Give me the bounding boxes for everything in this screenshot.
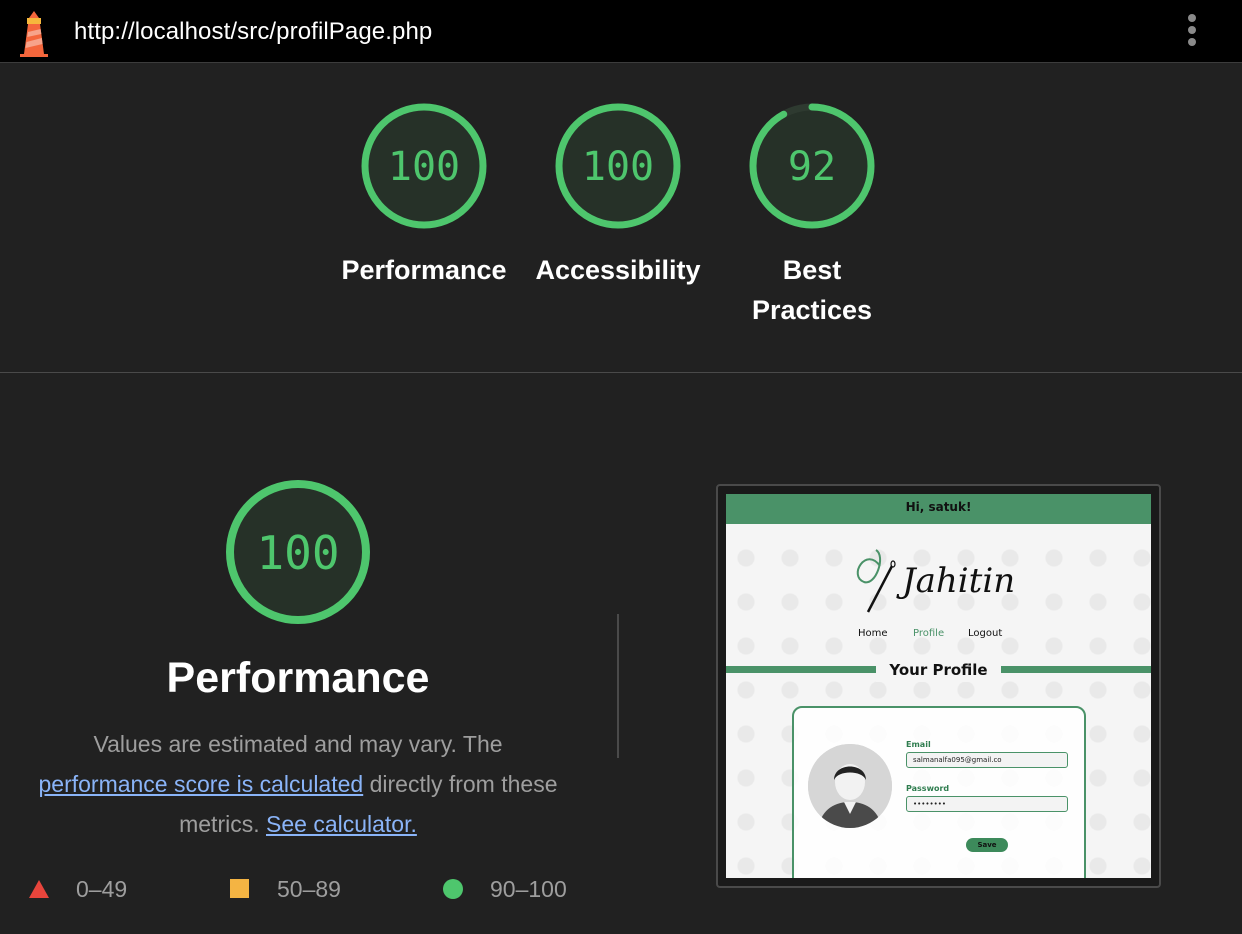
- thumb-password-label: Password: [906, 784, 950, 793]
- performance-section: 100 Performance Values are estimated and…: [0, 374, 1242, 934]
- gauge-label: Performance: [341, 255, 507, 285]
- scores-summary: 100 Performance 100 Accessibility 92 Bes…: [0, 64, 1242, 373]
- desc-text: Values are estimated and may vary. The: [93, 731, 503, 757]
- score-calculated-link[interactable]: performance score is calculated: [38, 771, 363, 797]
- fail-triangle-icon: [29, 880, 49, 898]
- pass-circle-icon: [443, 879, 463, 899]
- performance-gauge: 100: [226, 480, 370, 624]
- gauge-ring-icon: 92: [749, 103, 875, 229]
- see-calculator-link[interactable]: See calculator.: [266, 811, 417, 837]
- thumb-nav-home: Home: [858, 628, 888, 639]
- more-vert-icon[interactable]: [1183, 14, 1201, 50]
- performance-title: Performance: [166, 654, 430, 702]
- legend-range: 90–100: [490, 876, 567, 902]
- section-divider: [617, 614, 619, 758]
- gauge-accessibility[interactable]: 100 Accessibility: [528, 102, 708, 290]
- gauge-label: Best Practices: [722, 250, 902, 330]
- avatar-icon: [808, 744, 892, 828]
- gauge-score: 100: [582, 144, 654, 190]
- gauge-label-line-1: Best: [782, 255, 842, 285]
- thumb-greeting: Hi, satuk!: [726, 494, 1151, 524]
- avatar: [808, 744, 892, 828]
- report-topbar: http://localhost/src/profilPage.php: [0, 0, 1242, 63]
- thumb-nav-logout: Logout: [968, 628, 1003, 639]
- gauge-score: 100: [388, 144, 460, 190]
- performance-description: Values are estimated and may vary. The p…: [10, 724, 586, 844]
- final-screenshot-frame[interactable]: Hi, satuk! Jahitin Home Profile Logout Y…: [716, 484, 1161, 888]
- gauge-score: 92: [788, 144, 836, 190]
- thumb-save-button: Save: [966, 838, 1008, 852]
- needle-logo-icon: Jahitin: [856, 549, 1015, 613]
- thumb-section-title: Your Profile: [876, 658, 1001, 682]
- page-url: http://localhost/src/profilPage.php: [74, 18, 433, 45]
- gauge-performance[interactable]: 100 Performance: [334, 102, 514, 290]
- thumb-nav-profile: Profile: [913, 628, 945, 639]
- gauge-ring-icon: 100: [361, 103, 487, 229]
- lighthouse-icon: [20, 11, 48, 57]
- thumb-email-field: salmanalfa095@gmail.co: [906, 752, 1068, 768]
- legend-range: 0–49: [76, 876, 128, 902]
- thumb-profile-card: Email salmanalfa095@gmail.co Password ••…: [792, 706, 1086, 878]
- gauge-ring-icon: 100: [555, 103, 681, 229]
- thumb-email-label: Email: [906, 740, 931, 749]
- thumb-password-field: ••••••••: [906, 796, 1068, 812]
- average-square-icon: [230, 879, 249, 898]
- final-screenshot: Hi, satuk! Jahitin Home Profile Logout Y…: [726, 494, 1151, 878]
- gauge-best-practices[interactable]: 92 Best Practices: [722, 102, 902, 330]
- performance-score: 100: [256, 526, 339, 580]
- gauge-label-line-2: Practices: [751, 295, 873, 325]
- thumb-brand: Jahitin: [896, 561, 1015, 601]
- gauge-label: Accessibility: [535, 255, 701, 285]
- legend-range: 50–89: [277, 876, 341, 902]
